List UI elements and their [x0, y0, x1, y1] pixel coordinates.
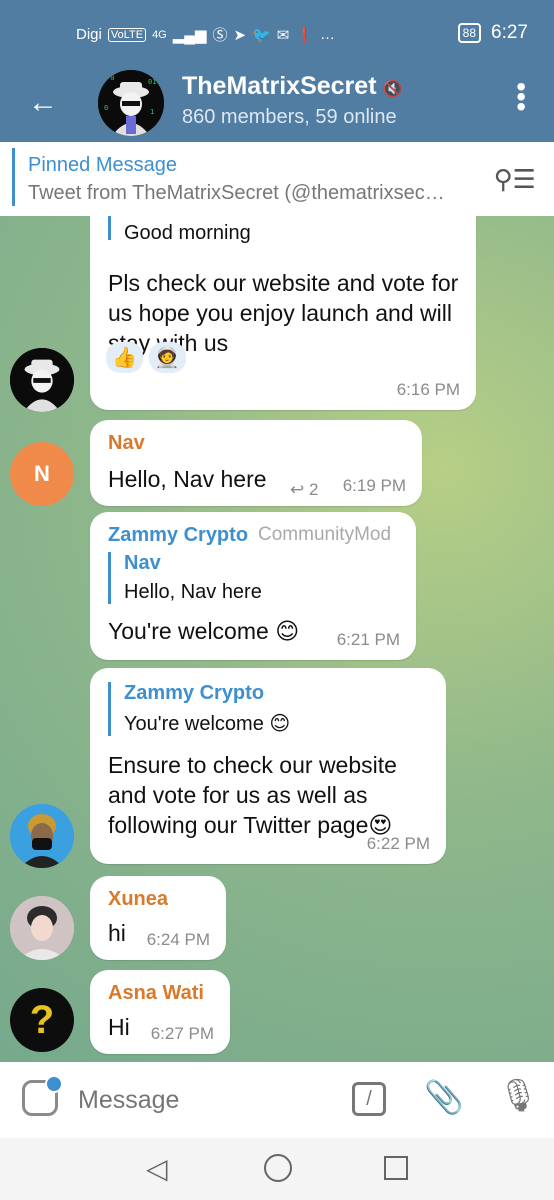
status-bar: Digi VoLTE 4G ▂▄▆ Ⓢ ➤ 🐦 ✉ ❗ … 88 6:27	[0, 0, 554, 64]
message-bubble[interactable]: Asna Wati Hi 6:27 PM	[90, 970, 230, 1054]
sender-name[interactable]: Xunea	[108, 888, 168, 911]
status-left: Digi VoLTE 4G ▂▄▆ Ⓢ ➤ 🐦 ✉ ❗ …	[76, 24, 335, 45]
twitter-icon: 🐦	[252, 26, 271, 44]
masked-person-avatar-icon	[10, 804, 74, 868]
svg-text:1: 1	[150, 108, 154, 116]
message-time: 6:19 PM	[342, 476, 406, 495]
sender-name[interactable]: Zammy Crypto	[108, 524, 248, 547]
avatar-letter: N	[34, 461, 50, 486]
carrier-label: Digi	[76, 26, 102, 43]
alert-icon: ❗	[295, 26, 314, 44]
telegram-icon: ➤	[233, 26, 247, 44]
back-arrow-icon[interactable]: ←	[28, 86, 58, 120]
back-nav-icon[interactable]: ◁	[146, 1152, 168, 1185]
sticker-badge	[45, 1075, 63, 1093]
message-time: 6:21 PM	[336, 630, 400, 649]
replies-indicator[interactable]: ↩ 2	[290, 480, 318, 500]
svg-text:01: 01	[148, 78, 156, 86]
reply-quote[interactable]: Nav Hello, Nav here	[108, 552, 404, 604]
matrix-avatar-icon	[10, 348, 74, 412]
chat-header: ← 1 0 01 0 1 TheMatrixSecret 🔇 860 members, …	[0, 64, 554, 142]
recents-nav-icon[interactable]	[384, 1156, 408, 1180]
message-text: Hello, Nav here	[108, 466, 267, 492]
message-composer: / 📎 🎙	[0, 1062, 554, 1138]
message-bubble[interactable]: Good morning Pls check our website and v…	[90, 216, 476, 410]
command-icon[interactable]: /	[352, 1082, 386, 1116]
person-avatar-icon	[10, 896, 74, 960]
message-bubble[interactable]: Nav Hello, Nav here ↩ 2 6:19 PM	[90, 420, 422, 506]
sender-name[interactable]: Nav	[108, 432, 145, 455]
sender-role: CommunityMod	[258, 524, 392, 545]
reply-quote[interactable]: Good morning	[108, 216, 464, 244]
reply-quote-text: Hello, Nav here	[124, 581, 262, 603]
svg-text:0: 0	[104, 104, 108, 112]
pinned-indicator	[12, 148, 15, 206]
message-input[interactable]	[76, 1078, 330, 1122]
reply-count: 2	[308, 480, 319, 499]
message-text: You're welcome 😊	[108, 618, 300, 644]
group-avatar[interactable]: 1 0 01 0 1	[98, 70, 164, 136]
mail-icon: ✉	[276, 26, 290, 44]
message-time: 6:16 PM	[396, 380, 460, 399]
reply-quote-name: Zammy Crypto	[124, 682, 265, 704]
overflow-menu-icon[interactable]: • • •	[516, 73, 526, 121]
reaction-astronaut[interactable]: 🧑‍🚀	[148, 342, 186, 373]
matrix-avatar-icon: 1 0 010 1	[98, 70, 164, 136]
reply-quote[interactable]: Zammy Crypto You're welcome 😊	[108, 682, 434, 736]
reply-quote-text: You're welcome 😊	[124, 713, 291, 735]
battery-icon: 88	[457, 23, 482, 43]
sticker-icon[interactable]	[22, 1075, 63, 1116]
pinned-list-icon[interactable]: ⚲☰	[494, 164, 536, 195]
sender-avatar[interactable]	[10, 804, 74, 868]
reactions: 👍 🧑‍🚀	[106, 342, 186, 373]
pinned-text: Tweet from TheMatrixSecret (@thematrixse…	[28, 182, 445, 204]
muted-icon: 🔇	[382, 81, 403, 98]
signal-icon: ▂▄▆	[172, 26, 207, 44]
message-text: Hi	[108, 1014, 130, 1040]
sender-avatar[interactable]	[10, 348, 74, 412]
more-icon: …	[320, 26, 335, 43]
message-text: Ensure to check our website and vote for…	[108, 752, 397, 838]
svg-text:1 0: 1 0	[102, 74, 115, 82]
message-text: hi	[108, 920, 126, 946]
question-mark-icon: ?	[29, 997, 55, 1042]
message-time: 6:24 PM	[146, 930, 210, 949]
network-label: 4G	[152, 28, 167, 41]
pinned-title: Pinned Message	[28, 154, 177, 176]
volte-badge: VoLTE	[107, 27, 147, 42]
message-bubble[interactable]: Zammy Crypto You're welcome 😊 Ensure to …	[90, 668, 446, 864]
reaction-thumbs-up[interactable]: 👍	[106, 342, 143, 373]
message-bubble[interactable]: Zammy Crypto CommunityMod Nav Hello, Nav…	[90, 512, 416, 660]
sender-avatar[interactable]	[10, 896, 74, 960]
message-time: 6:22 PM	[366, 834, 430, 853]
sender-name[interactable]: Asna Wati	[108, 982, 204, 1005]
message-time: 6:27 PM	[150, 1024, 214, 1043]
attach-icon[interactable]: 📎	[424, 1078, 464, 1116]
reply-quote-name: Nav	[124, 552, 161, 574]
chat-title[interactable]: TheMatrixSecret 🔇	[182, 72, 402, 101]
message-bubble[interactable]: Xunea hi 6:24 PM	[90, 876, 226, 960]
system-nav-bar: ◁	[0, 1138, 554, 1200]
s-icon: Ⓢ	[212, 27, 228, 44]
chat-title-text: TheMatrixSecret	[182, 72, 377, 100]
home-nav-icon[interactable]	[264, 1154, 292, 1182]
reply-arrow-icon: ↩	[290, 480, 305, 499]
pinned-message-bar[interactable]: Pinned Message Tweet from TheMatrixSecre…	[0, 142, 554, 217]
message-list[interactable]: Good morning Pls check our website and v…	[0, 216, 554, 1062]
sender-avatar[interactable]: N	[10, 442, 74, 506]
reply-quote-text: Good morning	[124, 222, 251, 244]
chat-subtitle: 860 members, 59 online	[182, 106, 397, 128]
sender-avatar[interactable]: ?	[10, 988, 74, 1052]
microphone-icon[interactable]: 🎙	[498, 1076, 539, 1114]
status-right: 88 6:27	[457, 22, 528, 44]
clock: 6:27	[491, 22, 528, 43]
